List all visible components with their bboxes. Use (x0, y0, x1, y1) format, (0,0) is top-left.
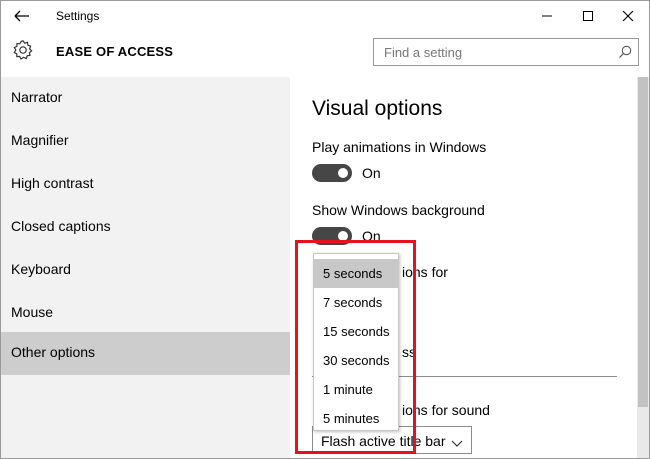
settings-window: Settings EASE OF ACCESS Find a setting N… (0, 0, 650, 459)
sidebar-item-label: Keyboard (11, 261, 71, 277)
sidebar-item-label: Closed captions (11, 218, 111, 234)
dropdown-option[interactable]: 7 seconds (314, 288, 398, 317)
toggle-knob (338, 231, 348, 241)
sidebar-item-label: Magnifier (11, 132, 69, 148)
sound-notifications-label: ions for sound (402, 402, 490, 418)
sidebar-item-label: Other options (11, 344, 96, 360)
search-icon[interactable] (617, 44, 633, 60)
background-toggle[interactable] (312, 227, 352, 245)
sidebar-item-other-options[interactable]: Other options (1, 332, 290, 375)
search-placeholder: Find a setting (384, 45, 463, 60)
dropdown-option-label: 5 minutes (323, 411, 380, 426)
background-label: Show Windows background (312, 202, 485, 218)
background-toggle-state: On (362, 228, 381, 244)
window-title: Settings (56, 9, 100, 23)
sidebar-item-keyboard[interactable]: Keyboard (1, 249, 290, 292)
arrow-left-icon[interactable] (11, 7, 33, 25)
sidebar-item-high-contrast[interactable]: High contrast (1, 163, 290, 206)
chevron-down-icon (451, 435, 463, 447)
search-input[interactable]: Find a setting (373, 38, 639, 66)
sidebar-item-closed-captions[interactable]: Closed captions (1, 206, 290, 249)
maximize-icon[interactable] (567, 1, 609, 31)
dropdown-option-label: 5 seconds (323, 266, 383, 281)
sidebar-item-label: High contrast (11, 175, 94, 191)
title-bar: Settings (1, 1, 649, 31)
animations-toggle[interactable] (312, 164, 352, 182)
notification-duration-dropdown: 5 seconds 7 seconds 15 seconds 30 second… (313, 253, 399, 431)
scrollbar[interactable] (637, 77, 649, 458)
close-icon[interactable] (607, 1, 649, 31)
sound-select-value: Flash active title bar (321, 433, 446, 449)
animations-toggle-state: On (362, 165, 381, 181)
dropdown-option-label: 15 seconds (323, 324, 390, 339)
dropdown-option-label: 1 minute (323, 382, 373, 397)
toggle-knob (338, 168, 348, 178)
sidebar-item-magnifier[interactable]: Magnifier (1, 120, 290, 163)
minimize-icon[interactable] (526, 1, 568, 31)
sidebar-item-narrator[interactable]: Narrator (1, 77, 290, 120)
sidebar: Narrator Magnifier High contrast Closed … (1, 77, 290, 458)
animations-label: Play animations in Windows (312, 139, 487, 155)
dropdown-option[interactable]: 5 seconds (314, 259, 398, 288)
scrollbar-thumb[interactable] (638, 77, 648, 407)
dropdown-option[interactable]: 15 seconds (314, 317, 398, 346)
gear-icon (12, 39, 34, 61)
sidebar-item-label: Narrator (11, 89, 63, 105)
dropdown-option-label: 30 seconds (323, 353, 390, 368)
sidebar-item-mouse[interactable]: Mouse (1, 292, 290, 335)
dropdown-option[interactable]: 5 minutes (314, 404, 398, 433)
sidebar-item-label: Mouse (11, 304, 54, 320)
page-title: Visual options (312, 97, 443, 120)
dropdown-option[interactable]: 30 seconds (314, 346, 398, 375)
dropdown-option[interactable]: 1 minute (314, 375, 398, 404)
header: EASE OF ACCESS Find a setting (1, 31, 649, 77)
dropdown-option-label: 7 seconds (323, 295, 383, 310)
section-heading: ss (402, 344, 416, 360)
page-section-title: EASE OF ACCESS (56, 44, 174, 59)
notifications-label: ions for (402, 264, 448, 280)
